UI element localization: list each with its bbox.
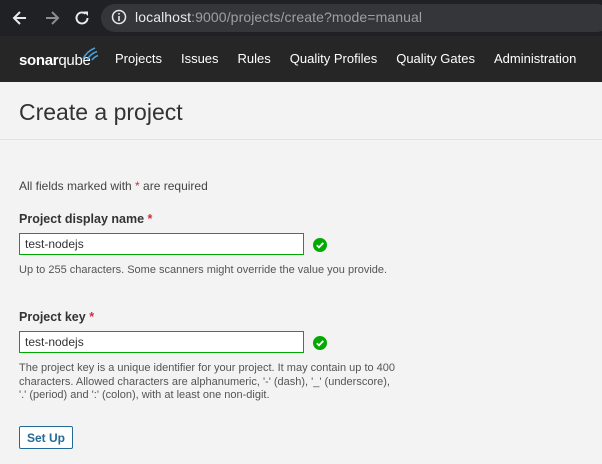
title-divider	[0, 139, 602, 140]
display-name-helper: Up to 255 characters. Some scanners migh…	[19, 264, 388, 276]
display-name-label-text: Project display name	[19, 212, 145, 226]
page-title: Create a project	[19, 99, 183, 125]
required-fields-note: All fields marked with * are required	[19, 179, 208, 193]
display-name-label: Project display name *	[19, 212, 152, 226]
nav-item-rules[interactable]: Rules	[238, 51, 271, 66]
project-key-input[interactable]	[19, 331, 304, 353]
nav-item-administration[interactable]: Administration	[494, 51, 576, 66]
reload-icon[interactable]	[72, 8, 92, 28]
main-navigation: sonarqube Projects Issues Rules Quality Pro…	[0, 36, 602, 82]
display-name-valid-icon	[313, 238, 327, 252]
url-text[interactable]: localhost:9000/projects/create?mode=manu…	[135, 9, 422, 25]
required-note-prefix: All fields marked with	[19, 179, 136, 193]
nav-item-issues[interactable]: Issues	[181, 51, 219, 66]
browser-toolbar: localhost:9000/projects/create?mode=manu…	[0, 0, 602, 36]
back-arrow-icon[interactable]	[10, 8, 30, 28]
url-path: :9000/projects/create?mode=manual	[191, 9, 423, 25]
project-display-name-input[interactable]	[19, 233, 304, 255]
info-icon[interactable]	[111, 9, 127, 30]
project-key-required-star: *	[89, 310, 95, 324]
project-key-label: Project key *	[19, 310, 94, 324]
project-key-valid-icon	[313, 336, 327, 350]
required-note-suffix: are required	[139, 179, 208, 193]
forward-arrow-icon[interactable]	[42, 8, 62, 28]
nav-items: Projects Issues Rules Quality Profiles Quali…	[115, 51, 595, 66]
nav-item-projects[interactable]: Projects	[115, 51, 162, 66]
nav-item-quality-profiles[interactable]: Quality Profiles	[290, 51, 377, 66]
url-host: localhost	[135, 9, 192, 25]
logo-text-bold: sonar	[19, 52, 59, 69]
logo-waves-icon	[81, 45, 99, 66]
set-up-button[interactable]: Set Up	[19, 426, 73, 449]
display-name-required-star: *	[147, 212, 153, 226]
nav-item-quality-gates[interactable]: Quality Gates	[396, 51, 475, 66]
project-key-helper: The project key is a unique identifier f…	[19, 362, 396, 401]
project-key-label-text: Project key	[19, 310, 86, 324]
